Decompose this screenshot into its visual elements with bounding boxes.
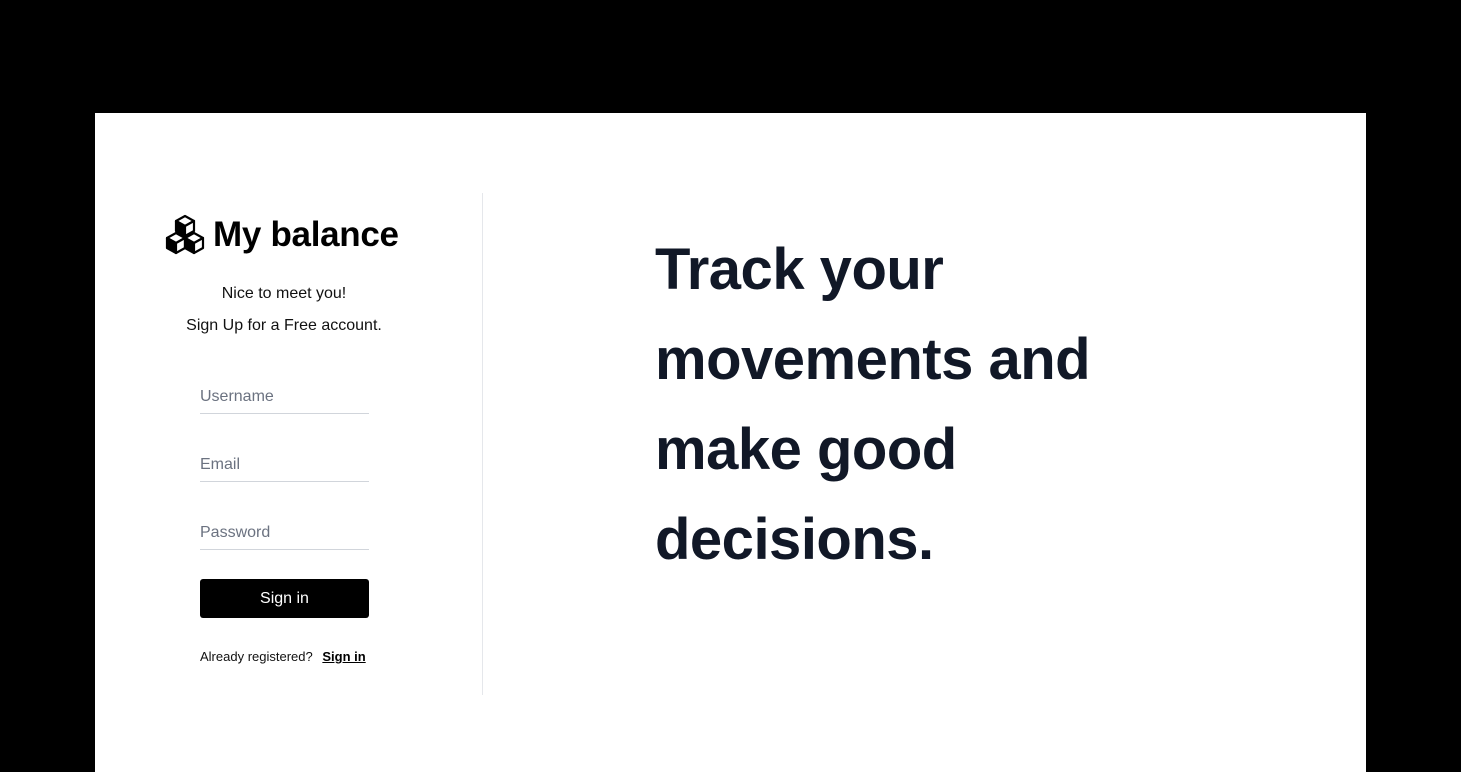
hero-headline: Track your movements and make good decis… — [655, 237, 1091, 572]
already-registered-row: Already registered? Sign in — [200, 649, 366, 664]
cubes-icon — [164, 214, 206, 256]
already-registered-text: Already registered? — [200, 649, 313, 664]
username-input[interactable] — [200, 380, 369, 414]
signup-subtitle: Sign Up for a Free account. — [186, 317, 382, 334]
brand: My balance — [164, 213, 399, 257]
email-input[interactable] — [200, 448, 369, 482]
signup-panel: My balance Nice to meet you! Sign Up for… — [95, 193, 483, 695]
page-background: My balance Nice to meet you! Sign Up for… — [0, 0, 1461, 772]
password-input[interactable] — [200, 516, 369, 550]
greeting-text: Nice to meet you! — [221, 285, 347, 302]
sign-in-button[interactable]: Sign in — [200, 579, 369, 618]
signup-card: My balance Nice to meet you! Sign Up for… — [95, 113, 1366, 772]
brand-title: My balance — [213, 215, 399, 254]
sign-in-link[interactable]: Sign in — [322, 649, 365, 664]
